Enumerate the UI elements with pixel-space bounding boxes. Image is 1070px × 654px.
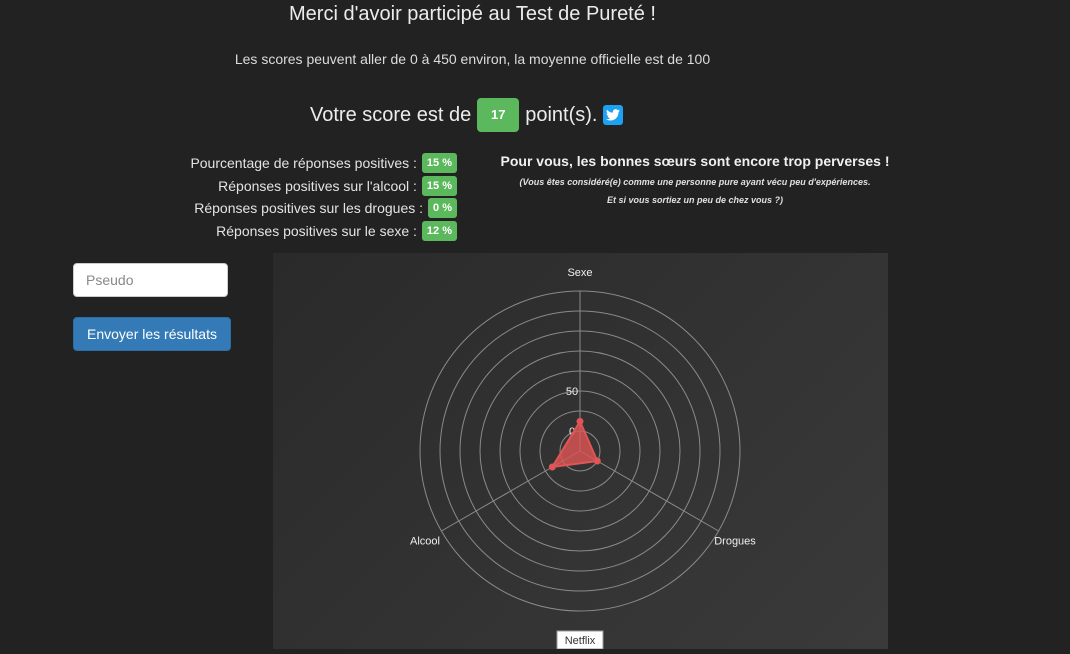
send-results-button[interactable]: Envoyer les résultats bbox=[73, 317, 231, 351]
radar-tooltip-text: Netflix bbox=[565, 635, 596, 647]
verdict-description: (Vous êtes considéré(e) comme une person… bbox=[519, 177, 871, 187]
pseudo-input[interactable] bbox=[73, 263, 228, 297]
radar-data-point bbox=[548, 463, 556, 471]
verdict-title: Pour vous, les bonnes sœurs sont encore … bbox=[500, 153, 890, 169]
page-title: Merci d'avoir participé au Test de Puret… bbox=[289, 3, 656, 25]
stat-label: Pourcentage de réponses positives : bbox=[190, 155, 417, 172]
stat-row: Pourcentage de réponses positives : 15 % bbox=[150, 152, 460, 175]
radar-chart-svg: SexeDroguesAlcool050Netflix bbox=[410, 267, 756, 650]
radar-axis-label: Drogues bbox=[714, 536, 756, 548]
stat-label: Réponses positives sur les drogues : bbox=[194, 200, 424, 217]
radar-chart: Sexe Drogues Alcool 0 50 Netflix bbox=[273, 253, 888, 650]
radar-data-point bbox=[576, 417, 584, 425]
score-range-info: Les scores peuvent aller de 0 à 450 envi… bbox=[234, 51, 711, 67]
twitter-icon[interactable] bbox=[603, 105, 624, 125]
stats-list: Pourcentage de réponses positives : 15 %… bbox=[150, 152, 460, 242]
stat-row: Réponses positives sur les drogues : 0 % bbox=[150, 197, 460, 220]
stat-badge: 12 % bbox=[421, 220, 457, 241]
radar-axis-line bbox=[579, 450, 719, 532]
verdict-panel: Pour vous, les bonnes sœurs sont encore … bbox=[470, 153, 920, 205]
score-suffix: point(s). bbox=[525, 103, 598, 126]
radar-series-area bbox=[550, 419, 599, 469]
radar-axis-label: Alcool bbox=[410, 536, 440, 548]
score-prefix: Votre score est de bbox=[310, 103, 472, 126]
stat-badge: 0 % bbox=[428, 198, 457, 219]
radar-tick-label: 50 bbox=[566, 386, 578, 398]
score-line: Votre score est de 17 point(s). bbox=[310, 98, 624, 132]
score-badge: 17 bbox=[477, 98, 520, 132]
stat-badge: 15 % bbox=[421, 175, 457, 196]
stat-label: Réponses positives sur le sexe : bbox=[216, 222, 417, 239]
stat-label: Réponses positives sur l'alcool : bbox=[218, 177, 417, 194]
stat-badge: 15 % bbox=[421, 153, 457, 174]
stat-row: Réponses positives sur le sexe : 12 % bbox=[150, 220, 460, 243]
verdict-suggestion: Et si vous sortiez un peu de chez vous ?… bbox=[606, 195, 784, 205]
stat-row: Réponses positives sur l'alcool : 15 % bbox=[150, 175, 460, 198]
radar-data-point bbox=[593, 457, 601, 465]
radar-axis-label: Sexe bbox=[567, 267, 592, 279]
